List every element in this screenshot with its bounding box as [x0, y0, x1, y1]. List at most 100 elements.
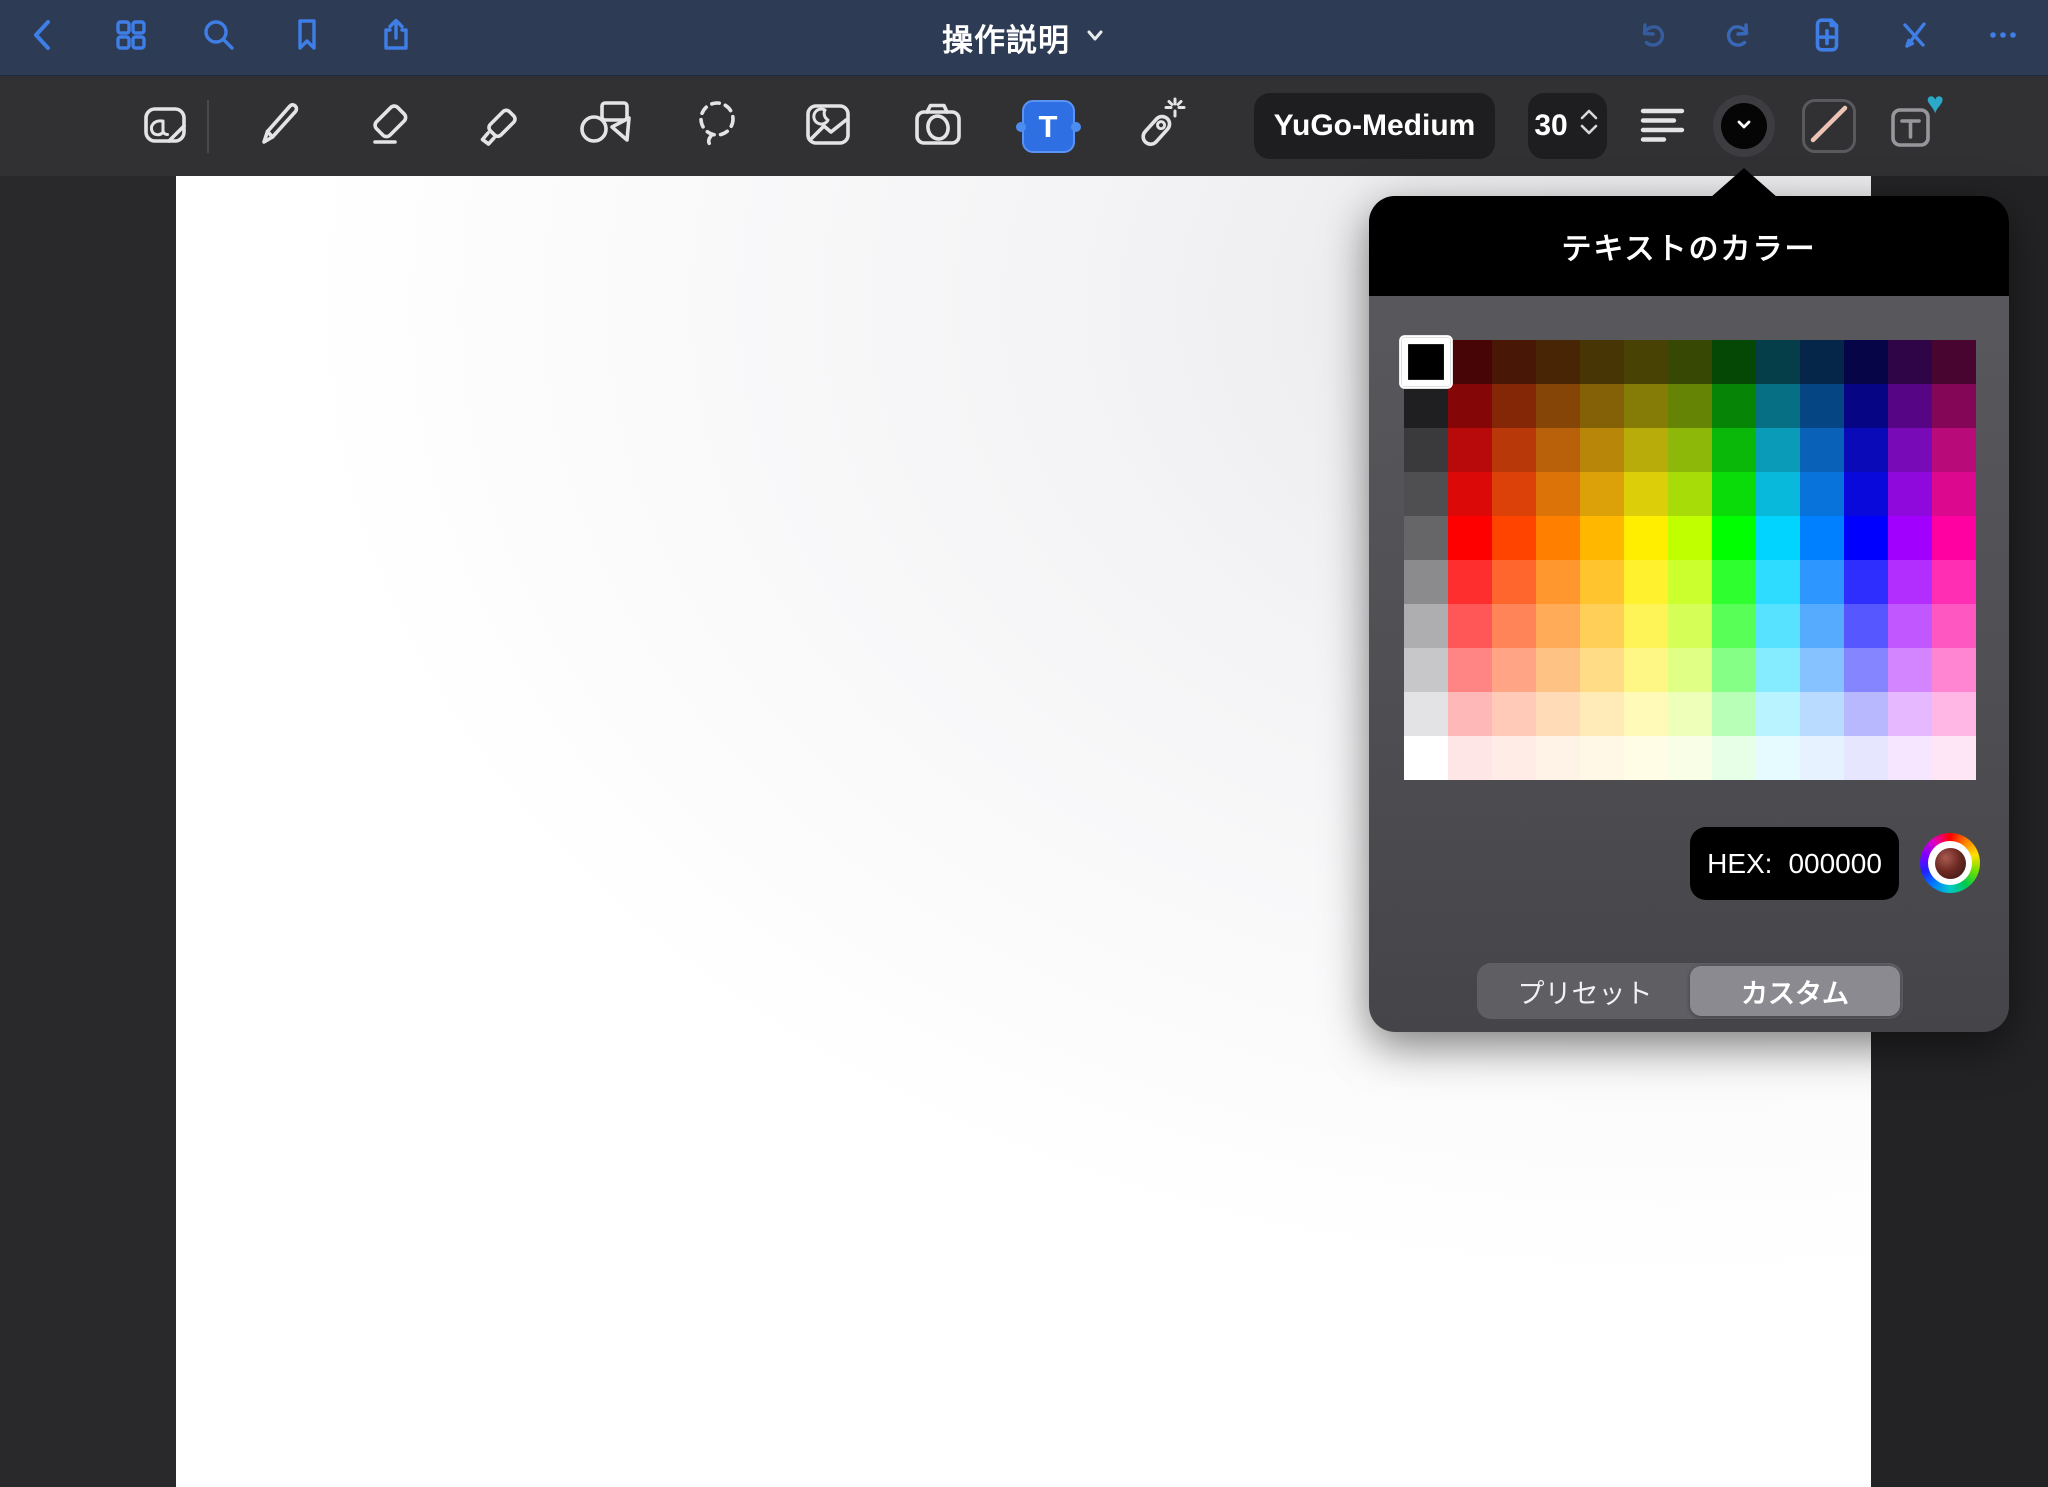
- color-swatch[interactable]: [1844, 384, 1888, 428]
- color-swatch[interactable]: [1888, 692, 1932, 736]
- color-swatch[interactable]: [1448, 340, 1492, 384]
- more-button[interactable]: [1971, 0, 2035, 75]
- color-swatch[interactable]: [1844, 340, 1888, 384]
- color-swatch[interactable]: [1492, 340, 1536, 384]
- lasso-tool-button[interactable]: [677, 76, 757, 177]
- color-swatch[interactable]: [1800, 648, 1844, 692]
- stroke-style-button[interactable]: [1802, 99, 1856, 153]
- color-swatch[interactable]: [1932, 428, 1976, 472]
- color-swatch[interactable]: [1888, 428, 1932, 472]
- color-swatch[interactable]: [1580, 384, 1624, 428]
- color-swatch[interactable]: [1492, 604, 1536, 648]
- color-swatch[interactable]: [1756, 648, 1800, 692]
- color-swatch[interactable]: [1756, 736, 1800, 780]
- color-swatch[interactable]: [1800, 428, 1844, 472]
- color-swatch[interactable]: [1668, 692, 1712, 736]
- color-swatch[interactable]: [1888, 736, 1932, 780]
- color-swatch[interactable]: [1756, 384, 1800, 428]
- color-swatch[interactable]: [1800, 736, 1844, 780]
- color-swatch[interactable]: [1448, 648, 1492, 692]
- color-swatch[interactable]: [1800, 560, 1844, 604]
- image-tool-button[interactable]: [788, 76, 868, 177]
- color-swatch[interactable]: [1536, 692, 1580, 736]
- text-alignment-button[interactable]: [1623, 76, 1703, 177]
- color-swatch[interactable]: [1536, 560, 1580, 604]
- stop-editing-button[interactable]: [1882, 0, 1946, 75]
- color-swatch[interactable]: [1448, 736, 1492, 780]
- color-swatch[interactable]: [1624, 736, 1668, 780]
- color-swatch[interactable]: [1401, 337, 1450, 386]
- color-swatch[interactable]: [1536, 604, 1580, 648]
- color-swatch[interactable]: [1580, 604, 1624, 648]
- laser-pointer-tool-button[interactable]: [1118, 76, 1198, 177]
- color-swatch[interactable]: [1536, 472, 1580, 516]
- color-swatch[interactable]: [1448, 604, 1492, 648]
- color-swatch[interactable]: [1536, 384, 1580, 428]
- font-button[interactable]: YuGo-Medium: [1254, 93, 1495, 159]
- pen-tool-button[interactable]: [240, 76, 320, 177]
- color-swatch[interactable]: [1536, 516, 1580, 560]
- color-swatch[interactable]: [1712, 692, 1756, 736]
- page-thumbnails-button[interactable]: [99, 0, 163, 75]
- color-swatch[interactable]: [1800, 384, 1844, 428]
- color-swatch[interactable]: [1888, 340, 1932, 384]
- back-button[interactable]: [12, 0, 76, 75]
- color-swatch[interactable]: [1580, 340, 1624, 384]
- color-swatch[interactable]: [1844, 516, 1888, 560]
- color-swatch[interactable]: [1492, 736, 1536, 780]
- color-swatch[interactable]: [1888, 560, 1932, 604]
- color-swatch[interactable]: [1580, 560, 1624, 604]
- color-swatch[interactable]: [1932, 560, 1976, 604]
- redo-button[interactable]: [1707, 0, 1771, 75]
- color-swatch[interactable]: [1800, 692, 1844, 736]
- color-swatch[interactable]: [1888, 604, 1932, 648]
- color-swatch[interactable]: [1404, 560, 1448, 604]
- add-page-button[interactable]: [1795, 0, 1859, 75]
- color-swatch[interactable]: [1844, 604, 1888, 648]
- color-swatch[interactable]: [1668, 428, 1712, 472]
- color-swatch[interactable]: [1536, 648, 1580, 692]
- color-swatch[interactable]: [1932, 340, 1976, 384]
- color-swatch[interactable]: [1448, 560, 1492, 604]
- color-swatch[interactable]: [1668, 340, 1712, 384]
- color-swatch[interactable]: [1580, 736, 1624, 780]
- color-swatch[interactable]: [1624, 340, 1668, 384]
- color-swatch[interactable]: [1668, 384, 1712, 428]
- color-swatch[interactable]: [1536, 428, 1580, 472]
- color-swatch[interactable]: [1932, 648, 1976, 692]
- text-color-button[interactable]: [1713, 95, 1775, 157]
- color-swatch[interactable]: [1844, 692, 1888, 736]
- color-swatch[interactable]: [1624, 648, 1668, 692]
- color-swatch[interactable]: [1712, 736, 1756, 780]
- color-swatch[interactable]: [1712, 384, 1756, 428]
- color-swatch[interactable]: [1800, 340, 1844, 384]
- color-swatch[interactable]: [1448, 428, 1492, 472]
- color-swatch[interactable]: [1756, 692, 1800, 736]
- font-size-stepper[interactable]: 30: [1528, 93, 1607, 159]
- color-swatch[interactable]: [1404, 692, 1448, 736]
- color-swatch[interactable]: [1712, 472, 1756, 516]
- color-swatch[interactable]: [1668, 560, 1712, 604]
- camera-tool-button[interactable]: [898, 76, 978, 177]
- color-swatch[interactable]: [1668, 736, 1712, 780]
- color-swatch[interactable]: [1844, 736, 1888, 780]
- color-swatch[interactable]: [1756, 340, 1800, 384]
- color-swatch[interactable]: [1932, 516, 1976, 560]
- color-swatch[interactable]: [1404, 604, 1448, 648]
- eraser-tool-button[interactable]: [350, 76, 430, 177]
- color-swatch[interactable]: [1668, 472, 1712, 516]
- color-swatch[interactable]: [1932, 736, 1976, 780]
- color-swatch[interactable]: [1756, 428, 1800, 472]
- search-button[interactable]: [187, 0, 251, 75]
- color-swatch[interactable]: [1580, 516, 1624, 560]
- color-swatch[interactable]: [1712, 560, 1756, 604]
- color-swatch[interactable]: [1844, 472, 1888, 516]
- color-swatch[interactable]: [1580, 428, 1624, 472]
- undo-button[interactable]: [1620, 0, 1684, 75]
- color-swatch[interactable]: [1800, 472, 1844, 516]
- highlighter-tool-button[interactable]: [460, 76, 540, 177]
- color-swatch[interactable]: [1932, 384, 1976, 428]
- color-swatch[interactable]: [1712, 604, 1756, 648]
- color-swatch[interactable]: [1756, 560, 1800, 604]
- color-swatch[interactable]: [1580, 692, 1624, 736]
